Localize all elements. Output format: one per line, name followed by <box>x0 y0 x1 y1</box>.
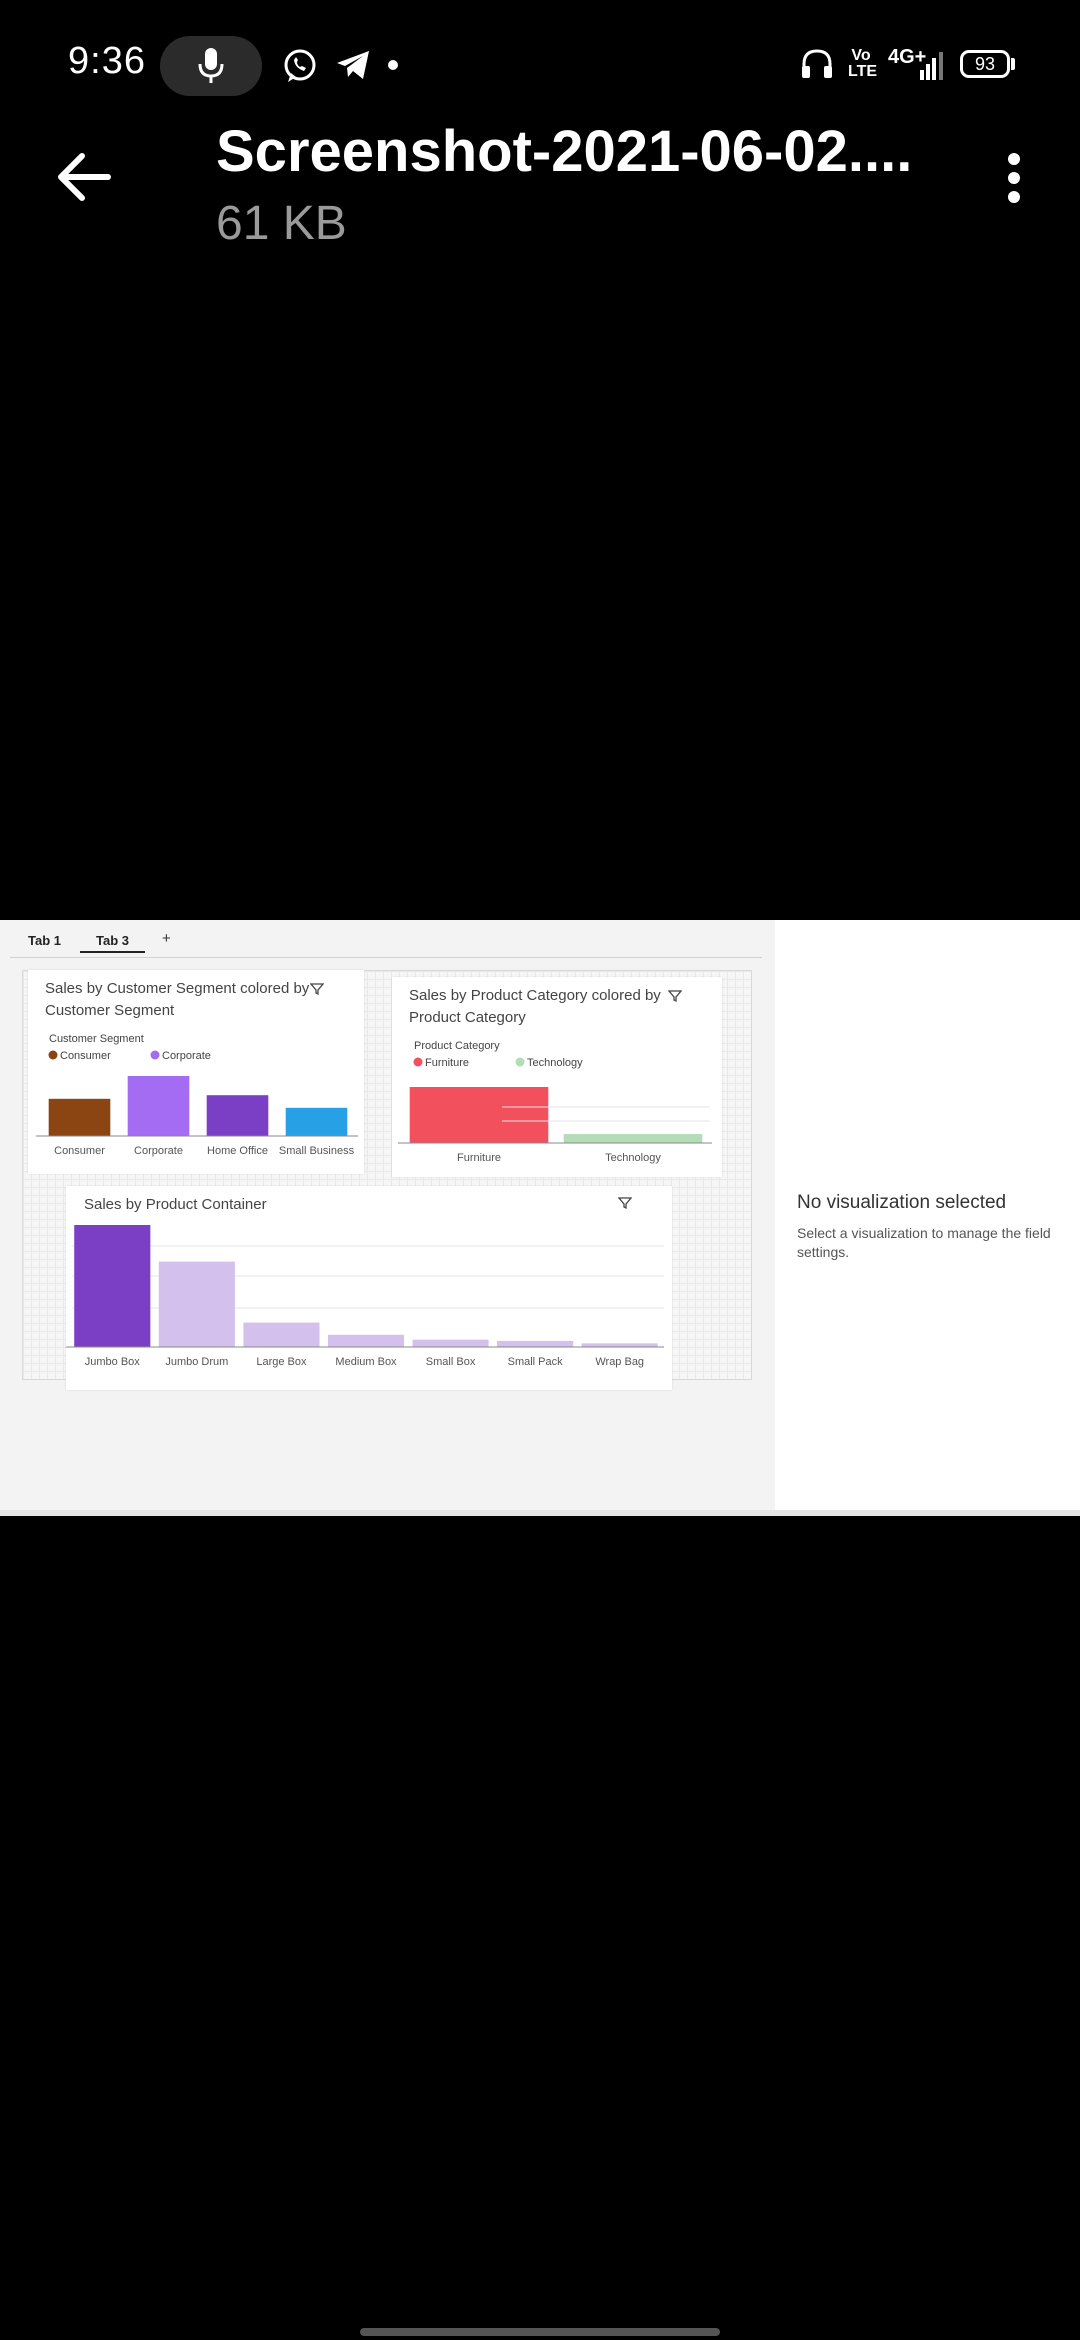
microphone-indicator[interactable] <box>160 36 262 96</box>
headset-icon <box>802 49 832 78</box>
battery-tip <box>1011 58 1015 70</box>
x-tick-label: Jumbo Drum <box>165 1356 228 1368</box>
bar-small-box[interactable] <box>412 1339 489 1347</box>
more-options-icon[interactable] <box>1006 152 1022 204</box>
add-tab-button[interactable]: + <box>162 930 171 947</box>
x-tick-label: Medium Box <box>335 1356 397 1368</box>
bar-home-office[interactable] <box>206 1095 269 1136</box>
panel-description: Select a visualization to manage the fie… <box>797 1225 1051 1260</box>
filter-icon[interactable] <box>310 982 324 996</box>
x-tick-label: Small Box <box>426 1356 476 1368</box>
bar-large-box[interactable] <box>243 1322 320 1347</box>
home-indicator <box>360 2328 720 2336</box>
legend-title: Product Category <box>414 1040 500 1052</box>
x-tick-label: Small Business <box>279 1145 355 1157</box>
bar-jumbo-drum[interactable] <box>158 1261 235 1347</box>
filter-icon[interactable] <box>668 989 682 1003</box>
legend-label: Consumer <box>60 1050 111 1062</box>
whatsapp-icon <box>284 49 316 82</box>
file-title: Screenshot-2021-06-02.... <box>216 119 913 184</box>
x-tick-label: Furniture <box>457 1152 501 1164</box>
chart-title: Sales by Product Category colored by Pro… <box>409 987 661 1026</box>
legend-swatch <box>48 1050 58 1060</box>
legend-label: Technology <box>527 1057 583 1069</box>
notification-dot-icon <box>388 60 398 70</box>
legend-swatch <box>515 1057 525 1067</box>
bar-corporate[interactable] <box>127 1076 190 1136</box>
chart-svg: Customer Segment Consumer Corporate Consu… <box>36 1033 358 1157</box>
bar-furniture[interactable] <box>409 1087 549 1143</box>
legend-label: Corporate <box>162 1050 211 1062</box>
field-settings-panel <box>775 920 1080 1510</box>
battery-indicator: 93 <box>960 50 1010 78</box>
signal-strength-icon <box>920 52 943 80</box>
x-tick-label: Large Box <box>256 1356 307 1368</box>
tab-1[interactable]: Tab 1 <box>28 933 61 948</box>
legend-swatch <box>413 1057 423 1067</box>
tab-bar-divider <box>10 957 762 958</box>
panel-title: No visualization selected <box>797 1192 1007 1213</box>
chart-card-product-category[interactable]: Sales by Product Category colored by Pro… <box>392 977 722 1177</box>
preview-bottom-strip <box>0 1510 1080 1516</box>
bar-small-pack[interactable] <box>497 1340 574 1347</box>
legend-label: Furniture <box>425 1057 469 1069</box>
chart-svg: Jumbo Box Jumbo Drum Large Box Medium Box Sm… <box>66 1225 664 1368</box>
back-arrow-icon[interactable] <box>56 152 112 202</box>
legend-title: Customer Segment <box>49 1033 144 1045</box>
x-tick-label: Small Pack <box>508 1356 564 1368</box>
x-tick-label: Consumer <box>54 1145 105 1157</box>
microphone-icon <box>198 48 224 83</box>
status-time: 9:36 <box>68 40 146 82</box>
chart-card-customer-segment[interactable]: Sales by Customer Segment colored by Cus… <box>28 970 364 1174</box>
chart-svg: Product Category Furniture Technology Fur… <box>398 1040 712 1164</box>
x-tick-label: Wrap Bag <box>595 1356 644 1368</box>
bar-wrap-bag[interactable] <box>581 1343 658 1347</box>
bar-technology[interactable] <box>563 1134 703 1143</box>
legend-swatch <box>150 1050 160 1060</box>
file-size: 61 KB <box>216 197 347 250</box>
x-tick-label: Technology <box>605 1152 661 1164</box>
chart-card-product-container[interactable]: Sales by Product Container Jumbo Box Jumb… <box>66 1186 672 1390</box>
x-tick-label: Jumbo Box <box>85 1356 141 1368</box>
bar-consumer[interactable] <box>48 1098 111 1136</box>
x-tick-label: Corporate <box>134 1145 183 1157</box>
chart-title: Sales by Customer Segment colored by Cus… <box>45 980 310 1019</box>
tab-3[interactable]: Tab 3 <box>96 933 129 948</box>
active-tab-underline <box>80 951 145 953</box>
bar-jumbo-box[interactable] <box>74 1225 151 1347</box>
x-tick-label: Home Office <box>207 1145 268 1157</box>
bar-small-business[interactable] <box>285 1107 348 1136</box>
volte-label: Vo LTE <box>848 47 878 80</box>
telegram-icon <box>337 51 369 79</box>
bar-medium-box[interactable] <box>327 1334 405 1347</box>
